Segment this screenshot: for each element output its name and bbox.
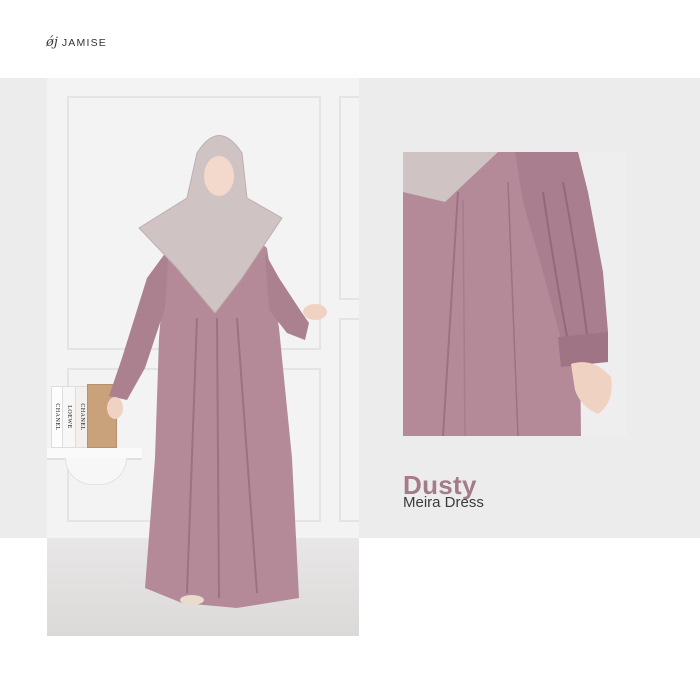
face (204, 156, 234, 196)
left-hand (107, 397, 123, 419)
brand-logo: ǿj JAMISE (46, 36, 107, 49)
main-product-photo: CHANEL LOEWE CHANEL (47, 78, 359, 636)
model-figure (107, 135, 327, 608)
top-bar: ǿj JAMISE (0, 0, 700, 78)
product-name: Meira Dress (403, 494, 484, 511)
sleeve-detail-illustration (403, 152, 627, 436)
brand-mark-icon: ǿj (46, 35, 58, 50)
brand-name: JAMISE (61, 36, 107, 49)
detail-product-photo (403, 152, 627, 436)
sleeve-cuff (558, 332, 608, 367)
right-hand (303, 304, 327, 320)
shoe (180, 595, 204, 605)
